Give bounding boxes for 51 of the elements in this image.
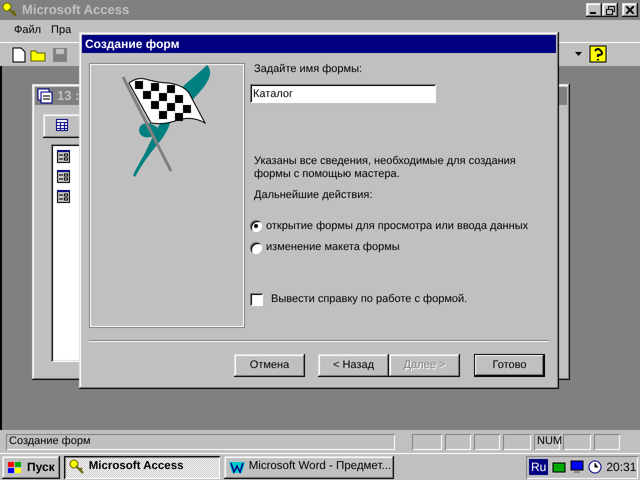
table-icon bbox=[56, 119, 68, 131]
radio-button[interactable] bbox=[250, 220, 262, 232]
database-icon bbox=[37, 88, 53, 104]
restore-icon bbox=[606, 6, 614, 14]
start-button[interactable]: Пуск bbox=[2, 456, 60, 478]
name-prompt: Задайте имя формы: bbox=[254, 63, 364, 76]
dialog-title: Создание форм bbox=[85, 36, 180, 52]
checkbox[interactable] bbox=[250, 293, 263, 306]
key-icon bbox=[2, 2, 18, 18]
radio-label: изменение макета формы bbox=[266, 240, 400, 254]
status-pane bbox=[412, 434, 442, 450]
monitor-icon[interactable] bbox=[570, 460, 584, 474]
status-pane bbox=[563, 434, 591, 450]
clock: 20:31 bbox=[606, 460, 636, 474]
status-pane bbox=[503, 434, 531, 450]
window-title: 13 : bbox=[57, 88, 80, 104]
taskbar-button[interactable]: Microsoft Access bbox=[64, 456, 220, 478]
radio-button[interactable] bbox=[250, 242, 262, 254]
radio-label: открытие формы для просмотра или ввода данных bbox=[266, 220, 528, 233]
form-icon[interactable] bbox=[57, 150, 70, 163]
window-title: Microsoft Access bbox=[22, 2, 130, 18]
key-icon bbox=[68, 459, 85, 475]
status-pane bbox=[474, 434, 500, 450]
windows-logo-icon bbox=[7, 460, 23, 474]
dialog-button[interactable]: < Назад bbox=[318, 354, 389, 377]
dialog-button[interactable]: Готово bbox=[474, 354, 545, 377]
close-icon bbox=[626, 6, 634, 14]
minimize-button[interactable] bbox=[586, 3, 602, 17]
help-checkbox-label: Вывести справку по работе с формой. bbox=[271, 293, 468, 306]
form-icon[interactable] bbox=[57, 170, 70, 183]
taskbar-button[interactable]: Microsoft Word - Предмет... bbox=[224, 456, 394, 478]
status-pane bbox=[594, 434, 620, 450]
language-indicator[interactable]: Ru bbox=[529, 458, 548, 476]
menu-item[interactable]: Пра bbox=[51, 24, 72, 38]
close-button[interactable] bbox=[622, 3, 638, 17]
form-name-field[interactable]: Каталог bbox=[250, 84, 436, 104]
new-document-icon[interactable] bbox=[12, 46, 26, 62]
dialog-button[interactable]: Отмена bbox=[234, 354, 305, 377]
form-icon[interactable] bbox=[57, 190, 70, 203]
dropdown-arrow-icon[interactable] bbox=[575, 52, 582, 56]
restore-button[interactable] bbox=[602, 3, 618, 17]
status-pane bbox=[445, 434, 471, 450]
word-icon bbox=[228, 460, 245, 474]
clock-icon[interactable] bbox=[588, 460, 602, 474]
status-text: Создание форм bbox=[6, 434, 395, 450]
summary-text: Указаны все сведения, необходимые для создания формы с помощью мастера. bbox=[254, 155, 517, 182]
scheduler-icon[interactable] bbox=[552, 460, 566, 474]
help-icon[interactable] bbox=[589, 45, 607, 63]
num-indicator: NUM bbox=[534, 434, 560, 450]
next-steps-label: Дальнейшие действия: bbox=[254, 188, 374, 202]
menu-item[interactable]: Файл bbox=[14, 24, 42, 38]
